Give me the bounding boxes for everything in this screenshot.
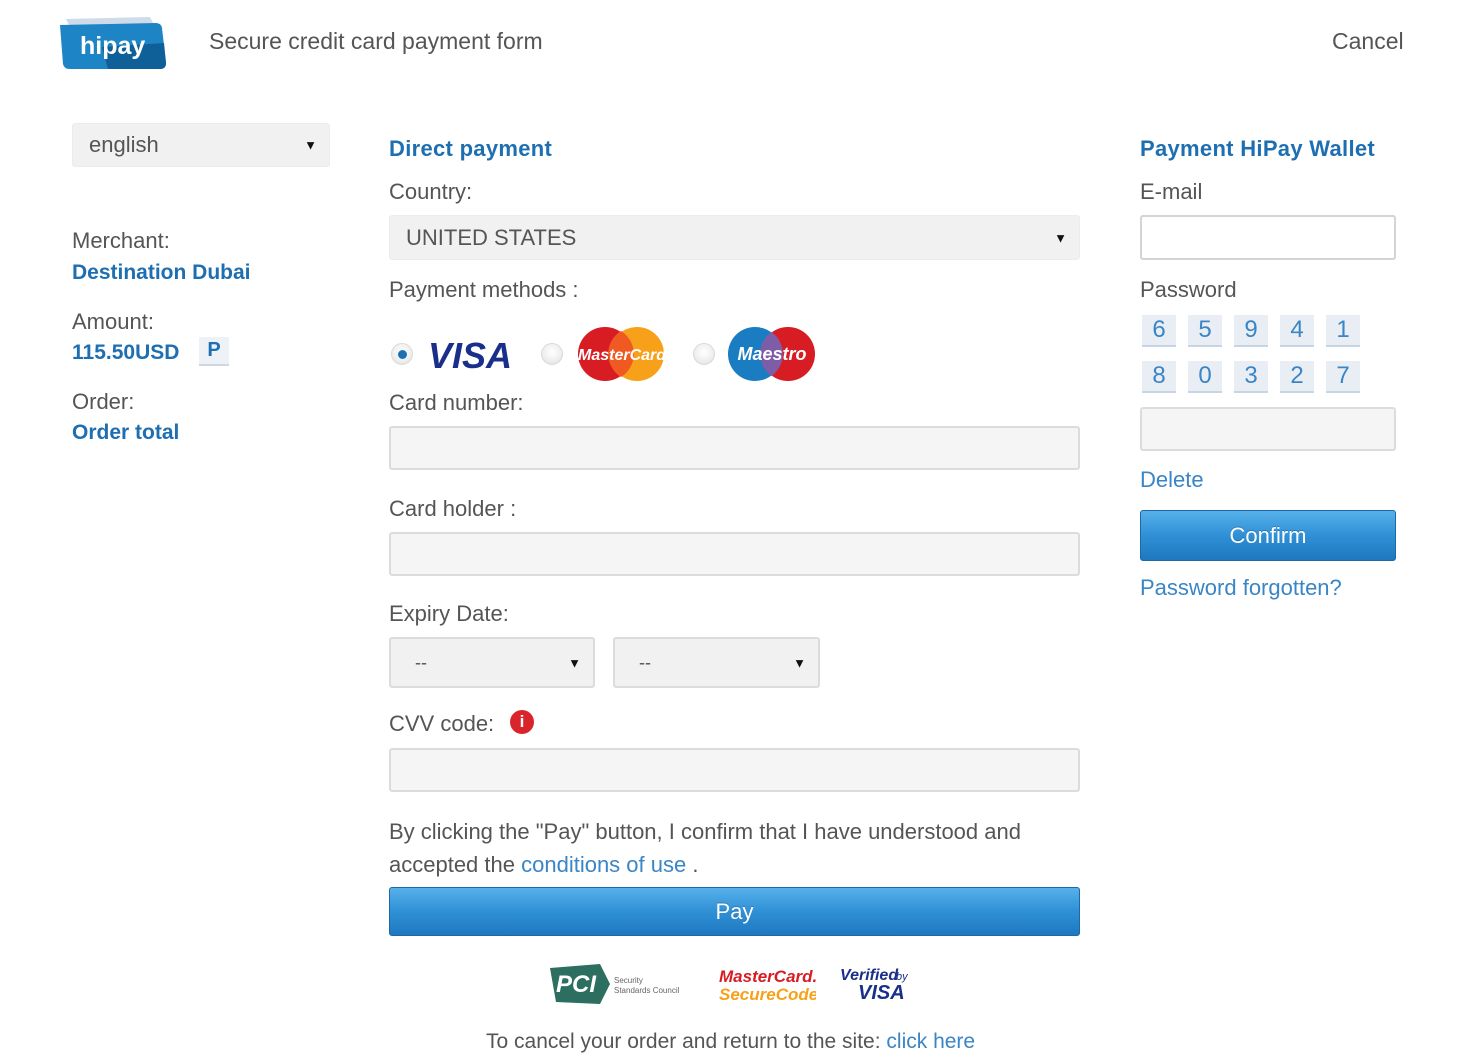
svg-text:VISA: VISA bbox=[428, 335, 512, 375]
svg-text:Security: Security bbox=[614, 976, 643, 985]
currency-info-button[interactable]: P bbox=[199, 337, 229, 366]
svg-text:Standards Council: Standards Council bbox=[614, 986, 680, 995]
password-label: Password bbox=[1140, 277, 1237, 302]
verified-by-visa-badge: Verified by VISA bbox=[838, 962, 920, 1006]
direct-payment-title: Direct payment bbox=[389, 136, 553, 161]
country-label: Country: bbox=[389, 179, 473, 204]
cvv-label: CVV code: bbox=[389, 711, 495, 736]
mastercard-radio[interactable] bbox=[541, 343, 563, 365]
keypad-key[interactable]: 5 bbox=[1188, 315, 1222, 347]
visa-logo[interactable]: VISA bbox=[426, 331, 518, 376]
payment-methods-label: Payment methods : bbox=[389, 277, 579, 302]
terms-text: By clicking the "Pay" button, I confirm … bbox=[389, 815, 1079, 881]
click-here-link[interactable]: click here bbox=[886, 1030, 975, 1053]
order-value: Order total bbox=[72, 421, 180, 444]
email-label: E-mail bbox=[1140, 179, 1203, 204]
cancel-link[interactable]: Cancel bbox=[1332, 28, 1404, 55]
info-icon[interactable]: i bbox=[510, 710, 534, 734]
amount-label: Amount: bbox=[72, 309, 154, 334]
amount-value: 115.50USD bbox=[72, 341, 180, 364]
chevron-down-icon: ▼ bbox=[1054, 230, 1067, 245]
email-input[interactable] bbox=[1140, 215, 1396, 260]
order-label: Order: bbox=[72, 389, 135, 414]
conditions-of-use-link[interactable]: conditions of use bbox=[521, 852, 686, 877]
language-select[interactable]: english ▼ bbox=[72, 123, 330, 167]
card-number-input[interactable] bbox=[389, 426, 1080, 470]
country-select[interactable]: UNITED STATES ▼ bbox=[389, 215, 1080, 260]
card-holder-input[interactable] bbox=[389, 532, 1080, 576]
keypad-key[interactable]: 9 bbox=[1234, 315, 1268, 347]
svg-text:MasterCard.: MasterCard. bbox=[719, 967, 816, 986]
expiry-date-label: Expiry Date: bbox=[389, 601, 509, 626]
svg-text:PCI: PCI bbox=[556, 971, 597, 998]
keypad-key[interactable]: 2 bbox=[1280, 361, 1314, 393]
cvv-input[interactable] bbox=[389, 748, 1080, 792]
mastercard-logo[interactable]: MasterCard bbox=[576, 326, 668, 382]
footer-cancel-text: To cancel your order and return to the s… bbox=[486, 1030, 975, 1054]
keypad-key[interactable]: 0 bbox=[1188, 361, 1222, 393]
footer-cancel-label: To cancel your order and return to the s… bbox=[486, 1030, 881, 1053]
expiry-year-select[interactable]: -- ▼ bbox=[613, 637, 820, 688]
expiry-year-value: -- bbox=[639, 652, 651, 672]
confirm-button[interactable]: Confirm bbox=[1140, 510, 1396, 561]
pci-badge: PCI Security Standards Council bbox=[548, 962, 686, 1006]
merchant-value: Destination Dubai bbox=[72, 261, 251, 284]
keypad-key[interactable]: 3 bbox=[1234, 361, 1268, 393]
terms-statement: By clicking the "Pay" button, I confirm … bbox=[389, 819, 1021, 877]
visa-radio[interactable] bbox=[391, 343, 413, 365]
merchant-label: Merchant: bbox=[72, 228, 170, 253]
country-select-value: UNITED STATES bbox=[406, 224, 577, 250]
page-title: Secure credit card payment form bbox=[209, 28, 543, 54]
delete-link[interactable]: Delete bbox=[1140, 467, 1204, 493]
chevron-down-icon: ▼ bbox=[304, 137, 317, 153]
keypad-key[interactable]: 7 bbox=[1326, 361, 1360, 393]
keypad-key[interactable]: 6 bbox=[1142, 315, 1176, 347]
maestro-radio[interactable] bbox=[693, 343, 715, 365]
svg-text:VISA: VISA bbox=[858, 982, 905, 1004]
keypad-key[interactable]: 4 bbox=[1280, 315, 1314, 347]
hipay-logo: hipay bbox=[58, 17, 168, 71]
password-input[interactable] bbox=[1140, 407, 1396, 451]
chevron-down-icon: ▼ bbox=[793, 655, 806, 670]
p-letter-icon: P bbox=[207, 339, 221, 361]
logo-text: hipay bbox=[80, 32, 145, 60]
expiry-month-value: -- bbox=[415, 652, 427, 672]
keypad-key[interactable]: 8 bbox=[1142, 361, 1176, 393]
language-select-value: english bbox=[89, 132, 159, 157]
mastercard-securecode-badge: MasterCard. SecureCode. bbox=[716, 964, 823, 1006]
maestro-logo[interactable]: Maestro bbox=[727, 326, 817, 382]
chevron-down-icon: ▼ bbox=[568, 655, 581, 670]
card-number-label: Card number: bbox=[389, 390, 524, 415]
pay-button[interactable]: Pay bbox=[389, 887, 1080, 936]
expiry-month-select[interactable]: -- ▼ bbox=[389, 637, 595, 688]
card-holder-label: Card holder : bbox=[389, 496, 517, 521]
keypad-key[interactable]: 1 bbox=[1326, 315, 1360, 347]
wallet-title: Payment HiPay Wallet bbox=[1140, 136, 1376, 161]
password-forgotten-link[interactable]: Password forgotten? bbox=[1140, 575, 1342, 601]
terms-end: . bbox=[692, 852, 699, 877]
svg-text:Maestro: Maestro bbox=[737, 344, 806, 364]
svg-text:MasterCard: MasterCard bbox=[578, 347, 667, 364]
svg-text:SecureCode.: SecureCode. bbox=[719, 985, 816, 1004]
